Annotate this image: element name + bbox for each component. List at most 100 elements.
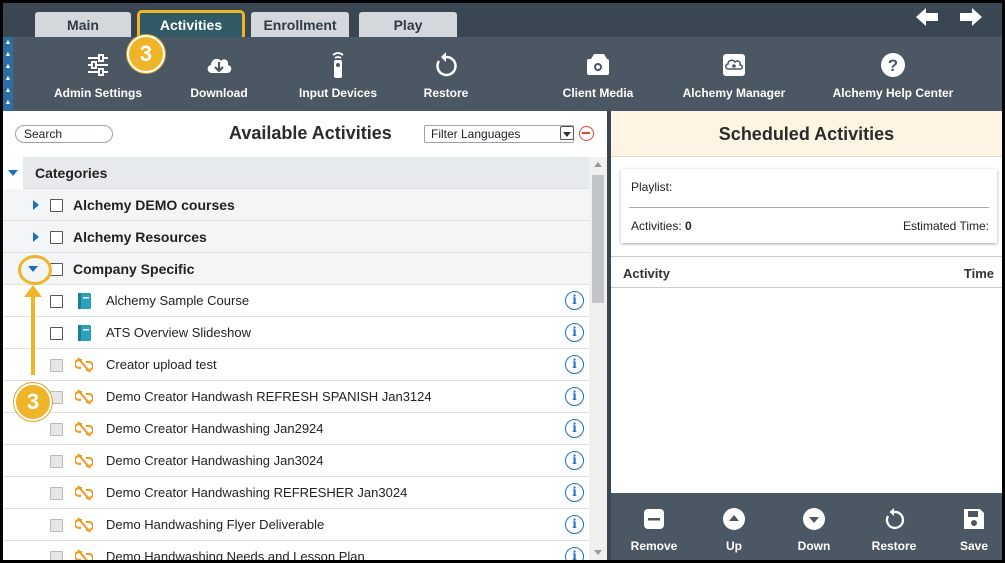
item-label: Demo Creator Handwash REFRESH SPANISH Ja… <box>106 389 432 404</box>
info-icon[interactable]: i <box>565 387 584 406</box>
list-item[interactable]: Demo Handwashing Flyer Deliverable i <box>3 509 589 541</box>
restore-icon <box>436 52 457 77</box>
down-icon <box>803 508 825 530</box>
item-label: Creator upload test <box>106 357 217 372</box>
info-icon[interactable]: i <box>565 547 584 560</box>
cloud-download-icon <box>207 58 232 73</box>
broken-link-icon <box>75 357 93 373</box>
client-media-label: Client Media <box>562 86 634 100</box>
tab-main[interactable]: Main <box>35 12 131 38</box>
list-item[interactable]: ATS Overview Slideshow i <box>3 317 589 349</box>
alchemy-help-center-button[interactable]: ? Alchemy Help Center <box>829 37 957 111</box>
expand-icon[interactable] <box>33 200 39 210</box>
item-checkbox[interactable] <box>50 295 63 308</box>
toolbar-scroll-indicator[interactable]: ▲ ▲ ▲ ▲ ▲ ▲ <box>3 37 13 111</box>
info-icon[interactable]: i <box>565 483 584 502</box>
back-arrow-icon[interactable] <box>914 6 940 28</box>
input-devices-button[interactable]: Input Devices <box>293 37 383 111</box>
alchemy-manager-button[interactable]: Alchemy Manager <box>681 37 787 111</box>
category-checkbox[interactable] <box>50 231 63 244</box>
alchemy-manager-label: Alchemy Manager <box>682 86 786 100</box>
list-item[interactable]: Alchemy Sample Course i <box>3 285 589 317</box>
restore-scheduled-label: Restore <box>871 539 917 553</box>
list-item[interactable]: Demo Handwashing Needs and Lesson Plan i <box>3 541 589 560</box>
list-item[interactable]: Demo Creator Handwashing REFRESHER Jan30… <box>3 477 589 509</box>
forward-arrow-icon[interactable] <box>958 6 984 28</box>
remove-button[interactable]: Remove <box>619 493 689 560</box>
list-item[interactable]: Creator upload test i <box>3 349 589 381</box>
sliders-icon <box>88 54 108 76</box>
svg-text:?: ? <box>888 56 898 75</box>
highlight-circle <box>18 255 52 285</box>
category-label: Alchemy Resources <box>73 229 207 245</box>
scheduled-actions-bar: Remove Up Down Restore Save <box>611 493 1002 560</box>
item-label: Demo Creator Handwashing REFRESHER Jan30… <box>106 485 408 500</box>
category-label: Company Specific <box>73 261 195 277</box>
broken-link-icon <box>75 421 93 437</box>
up-button[interactable]: Up <box>699 493 769 560</box>
category-row[interactable]: Alchemy Resources <box>3 221 589 253</box>
info-icon[interactable]: i <box>565 323 584 342</box>
save-icon <box>964 509 984 529</box>
scroll-down-icon[interactable] <box>594 550 602 555</box>
available-activities-header: Search Available Activities Filter Langu… <box>3 111 607 157</box>
item-label: Demo Creator Handwashing Jan2924 <box>106 421 324 436</box>
help-icon: ? <box>881 53 905 77</box>
info-icon[interactable]: i <box>565 355 584 374</box>
activities-count: 0 <box>685 219 692 233</box>
clear-filter-icon[interactable] <box>579 126 594 141</box>
scrollbar-thumb[interactable] <box>592 175 604 303</box>
download-button[interactable]: Download <box>179 37 259 111</box>
item-label: Alchemy Sample Course <box>106 293 250 308</box>
course-book-icon <box>78 293 91 309</box>
filter-dropdown-button[interactable] <box>560 126 574 140</box>
item-checkbox <box>50 359 63 372</box>
search-input[interactable]: Search <box>15 125 113 143</box>
category-checkbox[interactable] <box>50 199 63 212</box>
tab-activities[interactable]: Activities <box>137 10 245 40</box>
scheduled-activities-title: Scheduled Activities <box>611 111 1002 157</box>
info-icon[interactable]: i <box>565 451 584 470</box>
scheduled-table-header: Activity Time <box>611 256 1002 288</box>
estimated-time-label: Estimated Time: <box>902 219 989 233</box>
tab-enrollment[interactable]: Enrollment <box>251 12 349 38</box>
save-label: Save <box>959 539 989 553</box>
input-devices-label: Input Devices <box>298 86 378 100</box>
broken-link-icon <box>75 453 93 469</box>
item-checkbox <box>50 519 63 532</box>
item-checkbox <box>50 423 63 436</box>
restore-scheduled-button[interactable]: Restore <box>859 493 929 560</box>
save-button[interactable]: Save <box>939 493 1002 560</box>
down-button[interactable]: Down <box>779 493 849 560</box>
category-label: Alchemy DEMO courses <box>73 197 235 213</box>
list-item[interactable]: Demo Creator Handwashing Jan3024 i <box>3 445 589 477</box>
list-item[interactable]: Demo Creator Handwash REFRESH SPANISH Ja… <box>3 381 589 413</box>
expand-icon[interactable] <box>33 232 39 242</box>
category-row[interactable]: Alchemy DEMO courses <box>3 189 589 221</box>
info-icon[interactable]: i <box>565 291 584 310</box>
broken-link-icon <box>75 549 93 560</box>
filter-languages-select[interactable]: Filter Languages <box>424 125 574 143</box>
item-label: Demo Handwashing Flyer Deliverable <box>106 517 325 532</box>
step-badge-expand: 3 <box>14 383 52 421</box>
category-row[interactable]: Company Specific <box>3 253 589 285</box>
item-checkbox[interactable] <box>50 327 63 340</box>
playlist-summary-card: Playlist: Activities: 0 Estimated Time: <box>621 169 997 243</box>
categories-collapse-icon[interactable] <box>8 170 18 176</box>
list-scrollbar[interactable] <box>589 157 607 560</box>
list-item[interactable]: Demo Creator Handwashing Jan2924 i <box>3 413 589 445</box>
info-icon[interactable]: i <box>565 419 584 438</box>
restore-icon <box>885 508 905 530</box>
up-icon <box>723 508 745 530</box>
tab-bar: Main Activities Enrollment Play <box>3 3 1002 40</box>
categories-header[interactable]: Categories <box>23 157 589 189</box>
client-media-button[interactable]: Client Media <box>555 37 641 111</box>
info-icon[interactable]: i <box>565 515 584 534</box>
column-time: Time <box>963 266 994 281</box>
step-badge-activities: 3 <box>127 35 165 73</box>
restore-button[interactable]: Restore <box>411 37 481 111</box>
playlist-label: Playlist: <box>631 180 673 194</box>
categories-label: Categories <box>35 165 108 181</box>
scroll-up-icon[interactable] <box>594 162 602 167</box>
tab-play[interactable]: Play <box>359 12 457 38</box>
